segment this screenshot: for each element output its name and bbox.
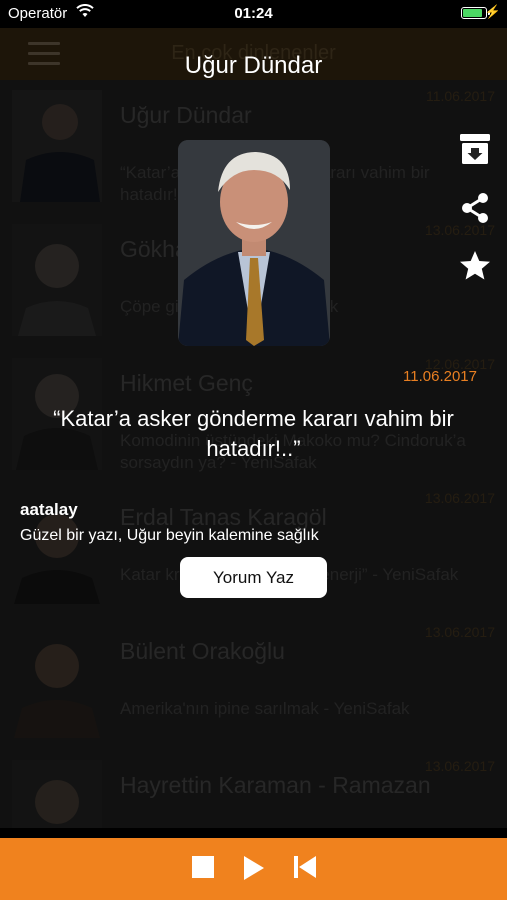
share-icon[interactable]: [459, 192, 491, 224]
article-quote: “Katar’a asker gönderme kararı vahim bir…: [53, 406, 454, 461]
status-bar: Operatör 01:24 ⚡: [0, 0, 507, 28]
commenter-name: aatalay: [20, 500, 78, 519]
author-portrait: [178, 140, 330, 346]
detail-date: 11.06.2017: [403, 368, 477, 385]
star-icon[interactable]: [459, 250, 491, 282]
play-icon[interactable]: [243, 856, 265, 880]
clock: 01:24: [234, 5, 273, 22]
write-comment-button[interactable]: Yorum Yaz: [180, 557, 327, 598]
detail-author-name: Uğur Dündar: [184, 52, 323, 79]
stop-icon[interactable]: [192, 856, 214, 878]
comment-text: Güzel bir yazı, Uğur beyin kalemine sağl…: [20, 527, 319, 544]
charging-icon: ⚡: [484, 4, 501, 19]
skip-back-icon[interactable]: [294, 856, 316, 878]
player-divider: [0, 828, 507, 838]
audio-player-bar: [0, 828, 507, 900]
archive-icon[interactable]: [459, 133, 491, 165]
battery-icon: [461, 7, 490, 19]
